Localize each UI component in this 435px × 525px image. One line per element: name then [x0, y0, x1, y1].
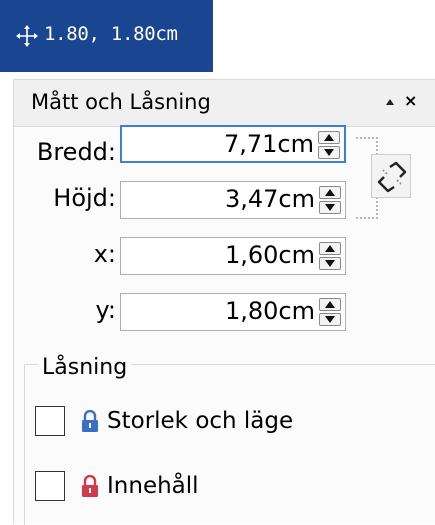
- increment-button[interactable]: [319, 186, 341, 199]
- lock-size-position-label: Storlek och läge: [107, 408, 294, 434]
- decrement-button[interactable]: [319, 313, 341, 326]
- keep-ratio-toggle[interactable]: [371, 154, 411, 198]
- x-field[interactable]: 1,60cm: [120, 237, 346, 275]
- lock-red-icon: [82, 475, 98, 497]
- decrement-button[interactable]: [318, 146, 340, 159]
- y-label: y:: [95, 296, 116, 324]
- x-label: x:: [93, 240, 116, 268]
- panel-header: Mått och Låsning ×: [14, 80, 435, 126]
- increment-button[interactable]: [318, 131, 340, 144]
- y-field[interactable]: 1,80cm: [120, 293, 346, 331]
- x-stepper[interactable]: [319, 242, 341, 270]
- triangle-up-icon[interactable]: [385, 98, 395, 106]
- width-value: 7,71cm: [223, 130, 314, 158]
- broken-chain-link-icon: [377, 161, 407, 193]
- width-field[interactable]: 7,71cm: [120, 125, 346, 163]
- position-readout: 1.80, 1.80cm: [44, 23, 178, 45]
- locking-group-title: Låsning: [38, 355, 132, 380]
- status-bar: 1.80, 1.80cm: [0, 0, 213, 72]
- lock-blue-icon: [82, 410, 98, 432]
- spin-up-icon: [325, 245, 335, 252]
- height-field[interactable]: 3,47cm: [120, 181, 346, 219]
- spin-up-icon: [325, 301, 335, 308]
- size-and-lock-panel: Mått och Låsning × Bredd: 7,71cm Höjd: 3…: [13, 79, 435, 525]
- increment-button[interactable]: [319, 298, 341, 311]
- spin-down-icon: [325, 316, 335, 323]
- height-label: Höjd:: [53, 184, 116, 212]
- y-stepper[interactable]: [319, 298, 341, 326]
- lock-content-label: Innehåll: [107, 473, 199, 499]
- spin-down-icon: [325, 204, 335, 211]
- move-arrows-icon: [16, 25, 38, 47]
- spin-down-icon: [324, 149, 334, 156]
- x-value: 1,60cm: [224, 241, 315, 269]
- close-button[interactable]: ×: [404, 92, 417, 110]
- lock-content-checkbox[interactable]: [35, 471, 65, 501]
- height-value: 3,47cm: [224, 185, 315, 213]
- lock-size-position-option[interactable]: Storlek och läge: [35, 406, 293, 436]
- decrement-button[interactable]: [319, 257, 341, 270]
- decrement-button[interactable]: [319, 201, 341, 214]
- locking-group: Låsning Storlek och läge Innehåll: [24, 355, 435, 525]
- panel-title: Mått och Låsning: [31, 90, 211, 114]
- spin-up-icon: [325, 189, 335, 196]
- width-stepper[interactable]: [318, 131, 340, 159]
- spin-down-icon: [325, 260, 335, 267]
- width-label: Bredd:: [36, 138, 116, 166]
- y-value: 1,80cm: [224, 297, 315, 325]
- lock-content-option[interactable]: Innehåll: [35, 471, 199, 501]
- spin-up-icon: [324, 134, 334, 141]
- increment-button[interactable]: [319, 242, 341, 255]
- height-stepper[interactable]: [319, 186, 341, 214]
- lock-size-position-checkbox[interactable]: [35, 406, 65, 436]
